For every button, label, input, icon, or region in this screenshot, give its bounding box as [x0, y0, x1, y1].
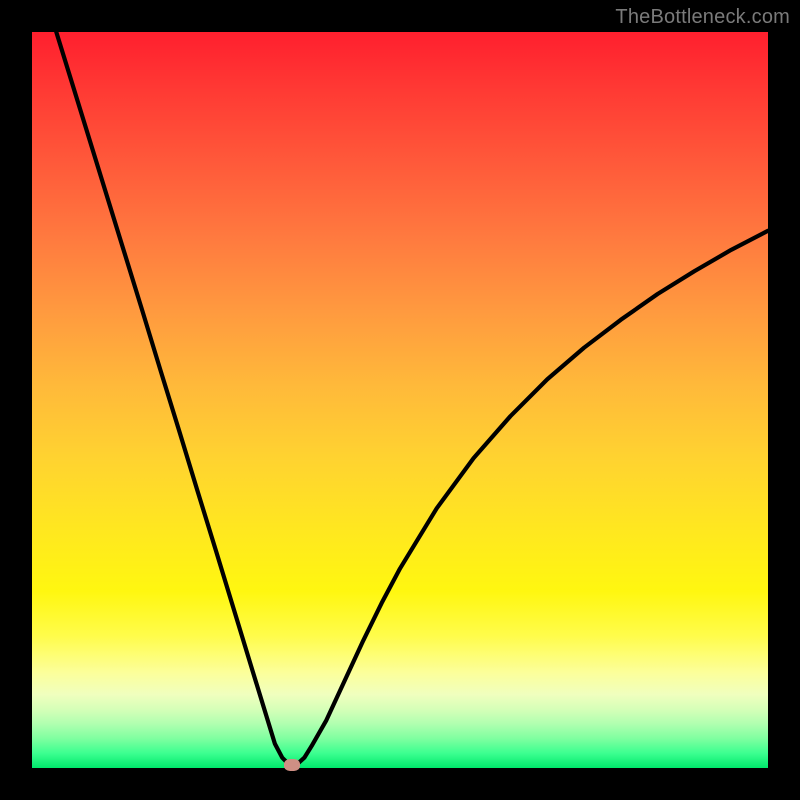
min-marker: [284, 759, 300, 771]
bottleneck-curve: [32, 32, 768, 768]
chart-frame: TheBottleneck.com: [0, 0, 800, 800]
curve-path: [56, 32, 768, 765]
plot-area: [32, 32, 768, 768]
watermark-text: TheBottleneck.com: [615, 6, 790, 29]
